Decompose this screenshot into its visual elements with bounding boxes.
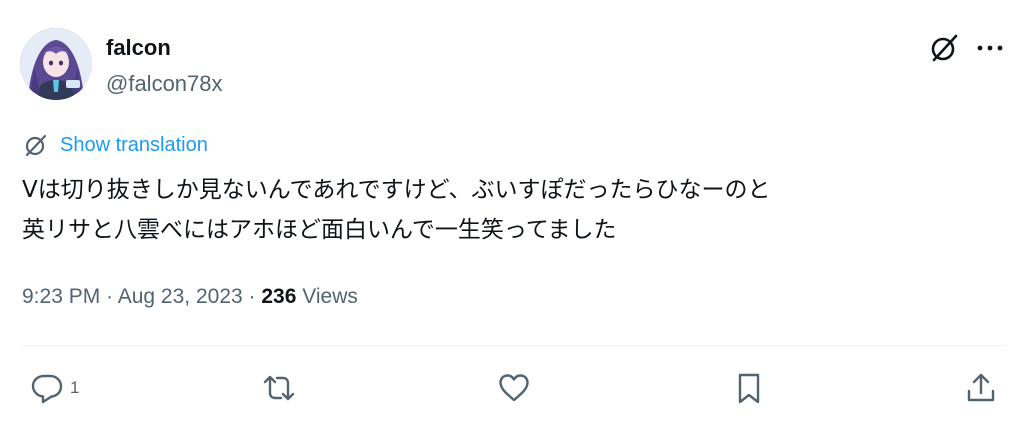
like-icon <box>499 374 529 402</box>
share-button[interactable] <box>964 368 998 408</box>
avatar-image <box>20 28 92 100</box>
show-translation-link[interactable]: Show translation <box>22 131 208 159</box>
meta-separator: · <box>100 285 118 308</box>
handle[interactable]: @falcon78x <box>106 70 223 98</box>
grok-icon[interactable] <box>927 31 961 65</box>
meta-separator: · <box>242 285 262 308</box>
show-translation-label: Show translation <box>60 133 208 156</box>
translate-icon <box>25 134 47 157</box>
bookmark-icon <box>738 373 760 404</box>
tweet-card: falcon @falcon78x Show translation Vは切り抜… <box>0 0 1024 426</box>
tweet-date[interactable]: Aug 23, 2023 <box>118 285 243 308</box>
views-label[interactable]: Views <box>296 285 358 308</box>
tweet-time[interactable]: 9:23 PM <box>22 285 100 308</box>
share-icon <box>967 373 995 402</box>
like-button[interactable] <box>497 368 531 408</box>
retweet-button[interactable] <box>262 368 296 408</box>
tweet-meta: 9:23 PM · Aug 23, 2023 · 236 Views <box>22 282 358 312</box>
display-name[interactable]: falcon <box>106 34 171 62</box>
tweet-text: Vは切り抜きしか見ないんであれですけど、ぶいすぽだったらひなーのと 英リサと八雲… <box>22 177 771 243</box>
divider <box>22 345 1006 346</box>
reply-count: 1 <box>70 378 80 397</box>
reply-button[interactable]: 1 <box>30 368 79 408</box>
reply-icon <box>31 374 63 404</box>
retweet-icon <box>263 375 295 401</box>
action-bar: 1 <box>0 368 1024 408</box>
more-icon[interactable] <box>976 36 1004 60</box>
bookmark-button[interactable] <box>732 368 766 408</box>
avatar[interactable] <box>20 28 92 100</box>
views-count[interactable]: 236 <box>261 285 296 308</box>
